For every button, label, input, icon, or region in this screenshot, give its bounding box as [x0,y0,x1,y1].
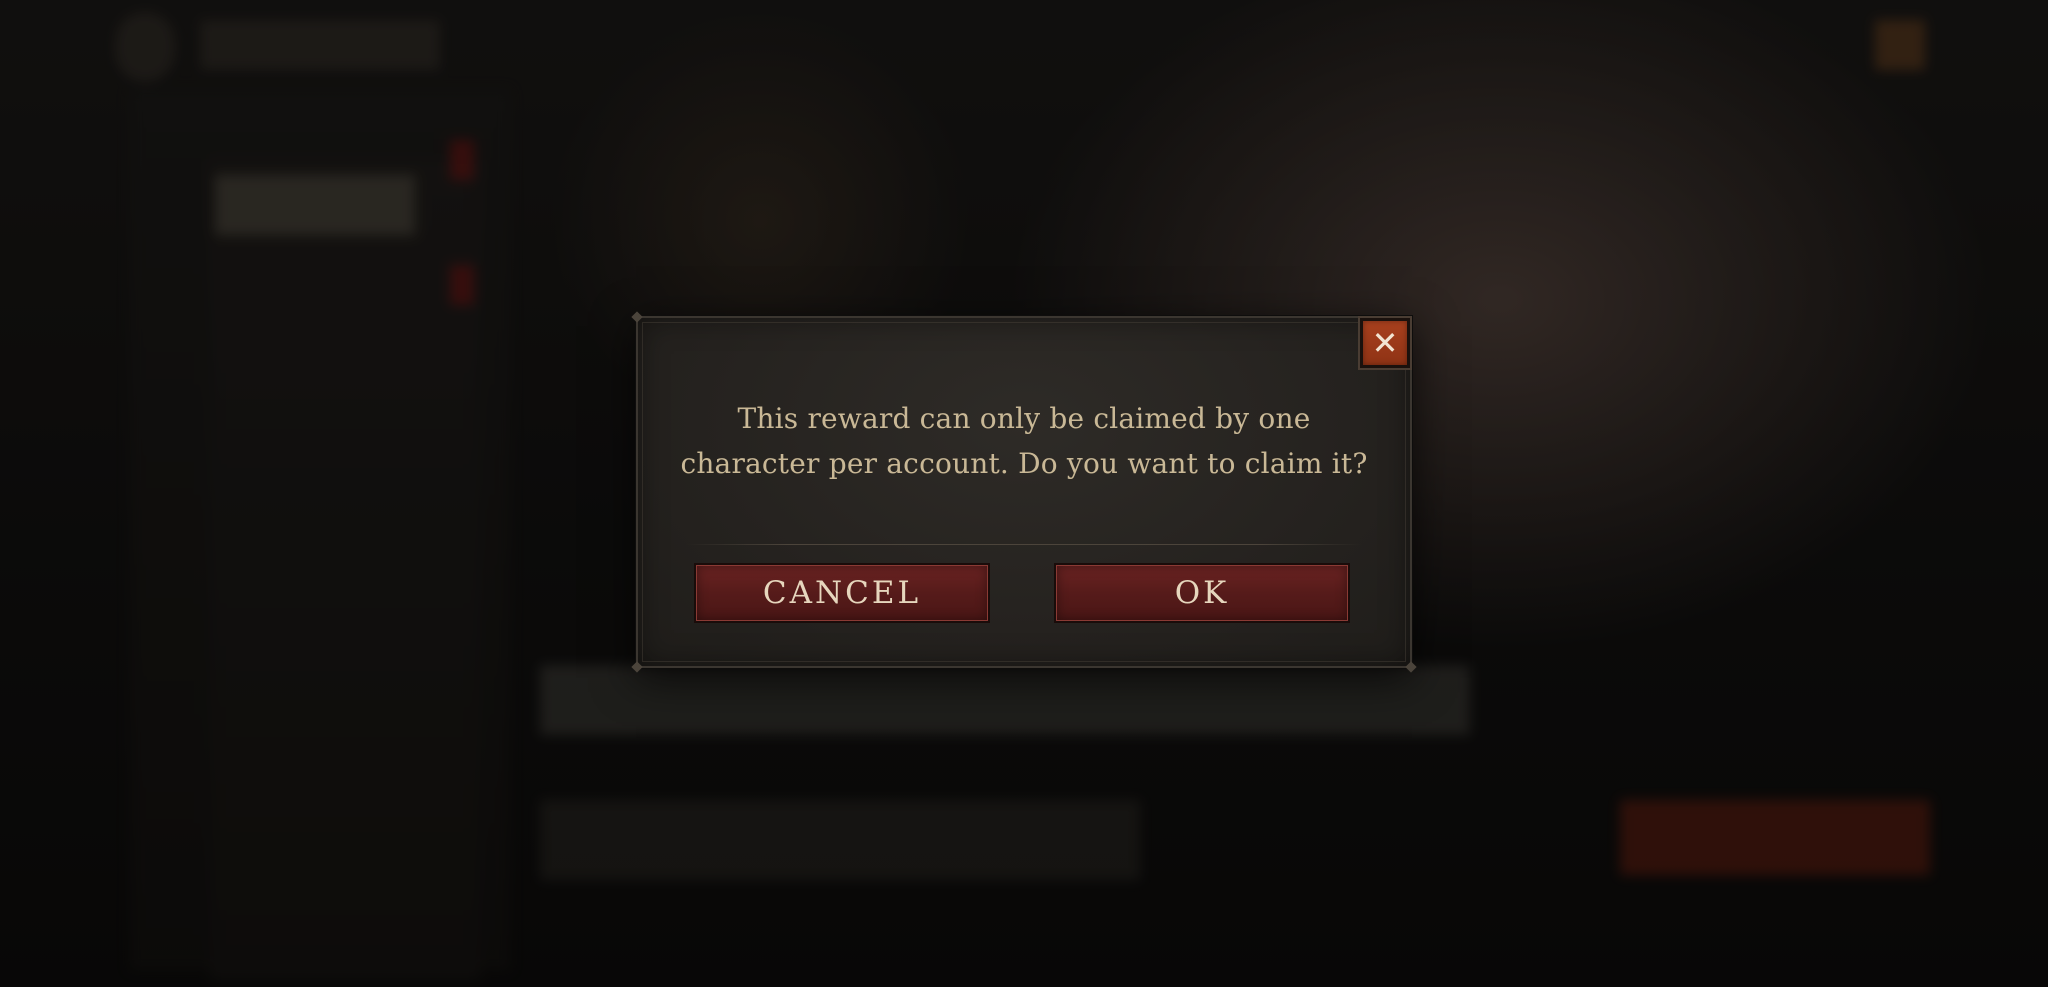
close-button[interactable]: ✕ [1360,318,1410,368]
close-icon: ✕ [1371,324,1399,362]
dialog-message-line: character per account. Do you want to cl… [680,447,1368,480]
dialog-message: This reward can only be claimed by one c… [678,396,1370,486]
game-screen: This reward can only be claimed by one c… [0,0,2048,987]
ok-button[interactable]: OK [1054,563,1350,623]
dialog-divider [686,544,1362,545]
ok-button-label: OK [1174,575,1230,611]
cancel-button-label: CANCEL [762,575,922,611]
dialog-message-line: This reward can only be claimed by one [737,402,1311,435]
claim-reward-dialog: This reward can only be claimed by one c… [631,311,1417,673]
cancel-button[interactable]: CANCEL [694,563,990,623]
